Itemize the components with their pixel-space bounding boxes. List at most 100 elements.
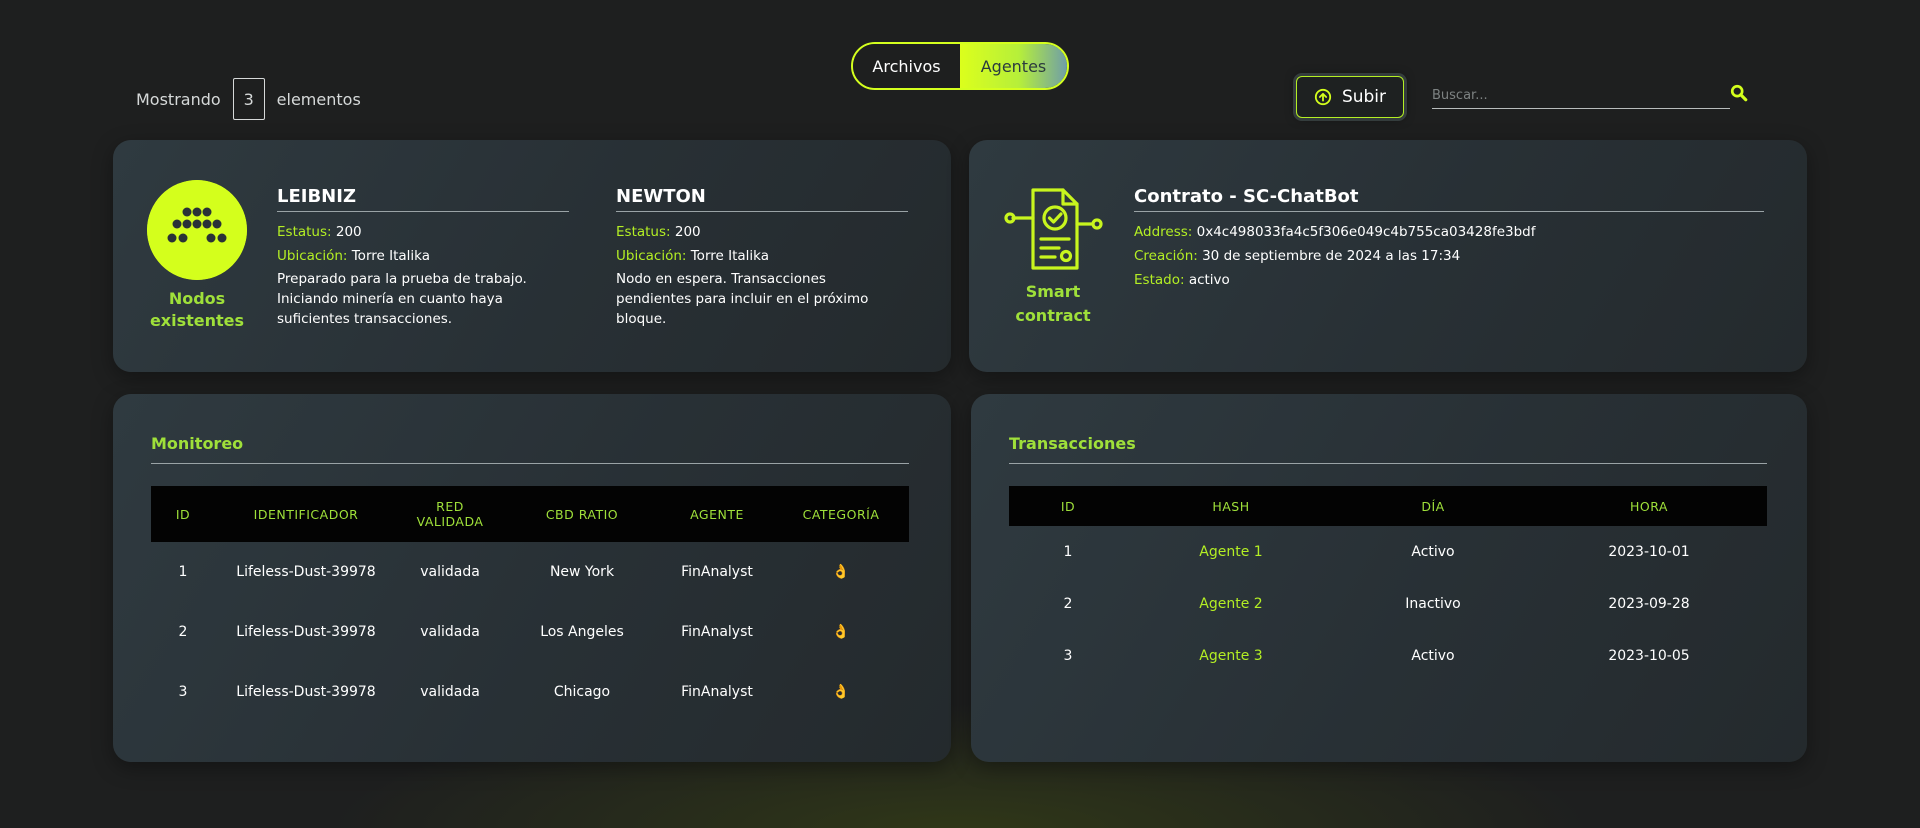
cell-id: 2 [178, 624, 188, 640]
cell-network: validada [420, 564, 480, 580]
column-header[interactable]: ID [1009, 486, 1127, 526]
cell-network: validada [420, 624, 480, 640]
node-status-label: Estatus: [616, 224, 671, 240]
transactions-table: ID HASH DÍA HORA 1 Agente 1 Activo 2023-… [1009, 486, 1767, 682]
node-location-value: Torre Italika [351, 248, 431, 264]
cell-id: 1 [178, 564, 188, 580]
ok-hand-icon: 👌 [832, 684, 850, 700]
contract-address-label: Address: [1134, 224, 1193, 240]
table-header-row: ID IDENTIFICADOR RED VALIDADA CBD RATIO … [151, 486, 909, 542]
column-header[interactable]: IDENTIFICADOR [215, 486, 397, 542]
search-icon[interactable] [1730, 84, 1748, 102]
contract-created: Creación: 30 de septiembre de 2024 a las… [1134, 244, 1764, 268]
cell-hash-link[interactable]: Agente 3 [1127, 630, 1335, 682]
node-location-value: Torre Italika [690, 248, 770, 264]
column-header[interactable]: CBD RATIO [503, 486, 661, 542]
cell-ratio: Chicago [553, 684, 611, 700]
cell-agent: FinAnalyst [681, 684, 753, 700]
nodes-card: Nodos existentes LEIBNIZ Estatus: 200 Ub… [113, 140, 951, 372]
cell-time: 2023-10-05 [1608, 648, 1690, 664]
node-description: Nodo en espera. Transacciones pendientes… [616, 269, 908, 329]
contract-caption-line2: contract [1015, 306, 1091, 325]
node-description-line: suficientes transacciones. [277, 311, 453, 327]
cell-day: Activo [1411, 544, 1455, 560]
node-status-value: 200 [335, 224, 362, 240]
node-description-line: bloque. [616, 311, 667, 327]
cell-day: Activo [1411, 648, 1455, 664]
node-location: Ubicación: Torre Italika [616, 244, 908, 268]
node-status-value: 200 [674, 224, 701, 240]
transactions-title: Transacciones [1009, 434, 1767, 464]
upload-button[interactable]: Subir [1296, 76, 1404, 118]
cell-id: 1 [1063, 544, 1073, 560]
tab-archivos[interactable]: Archivos [853, 44, 960, 88]
cell-ratio: New York [549, 564, 615, 580]
column-header[interactable]: DÍA [1335, 486, 1531, 526]
cell-identifier: Lifeless-Dust-39978 [236, 684, 376, 700]
node-description-line: Nodo en espera. Transacciones [616, 271, 826, 287]
node-location: Ubicación: Torre Italika [277, 244, 569, 268]
node-newton: NEWTON Estatus: 200 Ubicación: Torre Ita… [616, 186, 908, 329]
contract-address: Address: 0x4c498033fa4c5f306e049c4b755ca… [1134, 220, 1764, 244]
search-box [1432, 84, 1732, 110]
node-name: NEWTON [616, 186, 908, 212]
cell-ratio: Los Angeles [540, 624, 624, 640]
column-header[interactable]: CATEGORÍA [773, 486, 909, 542]
table-row[interactable]: 2 Agente 2 Inactivo 2023-09-28 [1009, 578, 1767, 630]
contract-created-value: 30 de septiembre de 2024 a las 17:34 [1202, 248, 1461, 264]
items-count-box[interactable]: 3 [232, 78, 265, 120]
column-header[interactable]: AGENTE [661, 486, 773, 542]
node-name: LEIBNIZ [277, 186, 569, 212]
column-header-label: RED VALIDADA [416, 499, 484, 529]
node-status: Estatus: 200 [616, 220, 908, 244]
cell-hash-link[interactable]: Agente 1 [1127, 526, 1335, 578]
table-row[interactable]: 2 Lifeless-Dust-39978 validada Los Angel… [151, 602, 909, 662]
cell-identifier: Lifeless-Dust-39978 [236, 624, 376, 640]
monitor-title: Monitoreo [151, 434, 909, 464]
contract-details: Contrato - SC-ChatBot Address: 0x4c49803… [1134, 186, 1764, 292]
upload-icon [1314, 88, 1332, 106]
contract-caption: Smart contract [983, 280, 1123, 328]
node-description-line: Iniciando minería en cuanto haya [277, 291, 503, 307]
monitor-table: ID IDENTIFICADOR RED VALIDADA CBD RATIO … [151, 486, 909, 722]
cell-agent: FinAnalyst [681, 564, 753, 580]
table-row[interactable]: 1 Agente 1 Activo 2023-10-01 [1009, 526, 1767, 578]
contract-state-label: Estado: [1134, 272, 1185, 288]
transactions-card: Transacciones ID HASH DÍA HORA 1 Agente … [971, 394, 1807, 762]
column-header[interactable]: ID [151, 486, 215, 542]
node-description-line: pendientes para incluir en el próximo [616, 291, 869, 307]
contract-address-value: 0x4c498033fa4c5f306e049c4b755ca03428fe3b… [1196, 224, 1536, 240]
nodes-icon [147, 180, 247, 280]
cell-day: Inactivo [1405, 596, 1461, 612]
column-header[interactable]: RED VALIDADA [397, 486, 503, 542]
column-header[interactable]: HORA [1531, 486, 1767, 526]
table-row[interactable]: 3 Lifeless-Dust-39978 validada Chicago F… [151, 662, 909, 722]
table-row[interactable]: 1 Lifeless-Dust-39978 validada New York … [151, 542, 909, 602]
nodes-caption-line2: existentes [149, 311, 245, 330]
table-row[interactable]: 3 Agente 3 Activo 2023-10-05 [1009, 630, 1767, 682]
node-status: Estatus: 200 [277, 220, 569, 244]
search-input[interactable] [1432, 85, 1730, 109]
node-leibniz: LEIBNIZ Estatus: 200 Ubicación: Torre It… [277, 186, 569, 329]
cell-id: 3 [1063, 648, 1073, 664]
nodes-caption-line1: Nodos [168, 289, 226, 308]
cell-hash-link[interactable]: Agente 2 [1127, 578, 1335, 630]
upload-label: Subir [1341, 87, 1387, 107]
monitor-card: Monitoreo ID IDENTIFICADOR RED VALIDADA … [113, 394, 951, 762]
tab-agentes[interactable]: Agentes [960, 44, 1067, 88]
contract-caption-line1: Smart [1025, 282, 1081, 301]
nodes-caption: Nodos existentes [127, 288, 267, 332]
showing-prefix: Mostrando [136, 89, 221, 109]
contract-created-label: Creación: [1134, 248, 1198, 264]
ok-hand-icon: 👌 [832, 624, 850, 640]
contract-title: Contrato - SC-ChatBot [1134, 186, 1764, 212]
node-description-line: Preparado para la prueba de trabajo. [277, 271, 527, 287]
node-location-label: Ubicación: [277, 248, 348, 264]
cell-network: validada [420, 684, 480, 700]
contract-state-value: activo [1188, 272, 1230, 288]
contract-card: Smart contract Contrato - SC-ChatBot Add… [969, 140, 1807, 372]
cell-agent: FinAnalyst [681, 624, 753, 640]
column-header[interactable]: HASH [1127, 486, 1335, 526]
cell-id: 2 [1063, 596, 1073, 612]
node-status-label: Estatus: [277, 224, 332, 240]
